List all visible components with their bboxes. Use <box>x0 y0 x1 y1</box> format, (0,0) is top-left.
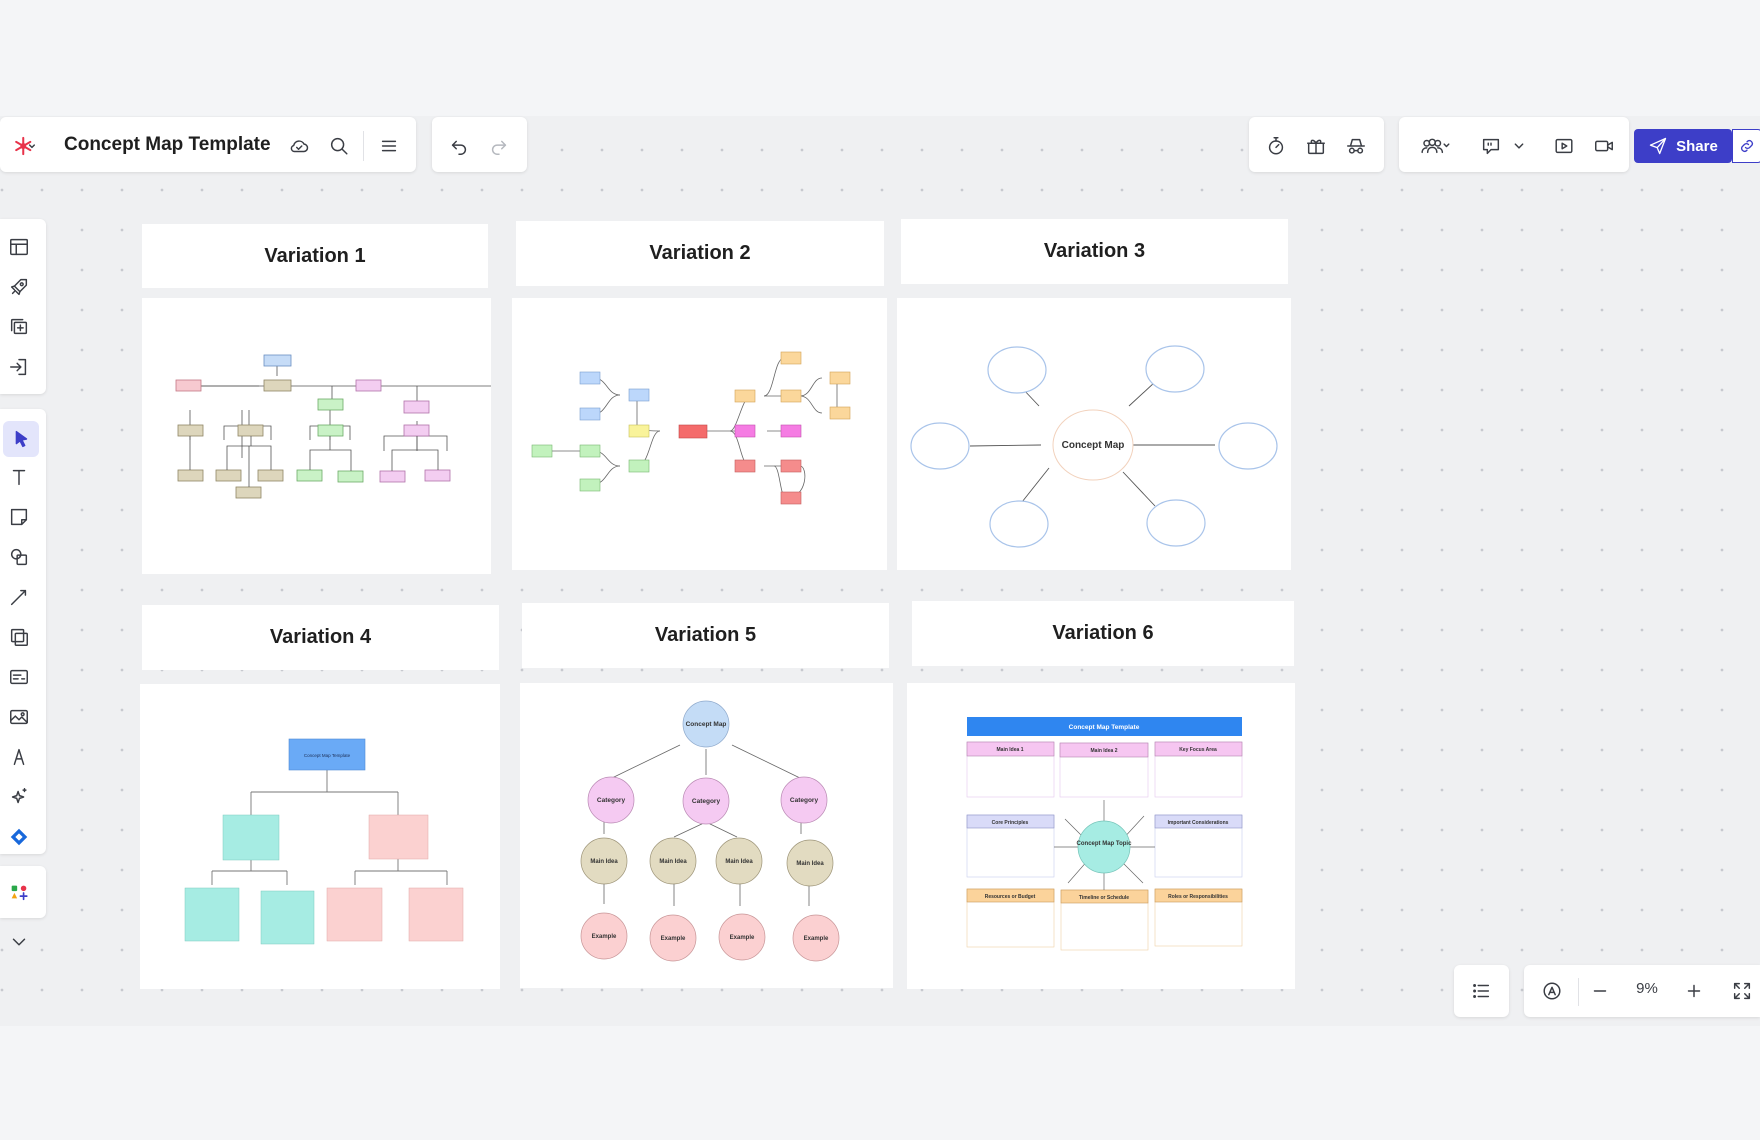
variation-6-box-label: Resources or Budget <box>985 894 1036 900</box>
frame-icon[interactable] <box>3 621 35 653</box>
main-idea-label: Main Idea <box>796 861 824 867</box>
variation-4-card[interactable]: Concept Map Template <box>140 684 500 989</box>
chevron-down-icon[interactable] <box>1508 130 1530 162</box>
import-icon[interactable] <box>3 351 35 383</box>
variation-4-diagram: Concept Map Template <box>184 738 464 945</box>
pointer-icon[interactable] <box>3 421 39 457</box>
variation-6-box-label: Main Idea 1 <box>997 747 1024 753</box>
main-idea-label: Main Idea <box>725 859 753 865</box>
variation-5-title[interactable]: Variation 5 <box>522 603 889 668</box>
shapes-icon[interactable] <box>3 541 35 573</box>
redo-icon[interactable] <box>483 130 515 162</box>
card-icon[interactable] <box>3 661 35 693</box>
line-icon[interactable] <box>3 581 35 613</box>
variation-6-diagram: Concept Map Template Concept Map Topic M… <box>966 717 1243 951</box>
image-icon[interactable] <box>3 701 35 733</box>
pen-icon[interactable] <box>3 741 35 773</box>
example-label: Example <box>804 936 829 942</box>
gift-icon[interactable] <box>1300 130 1332 162</box>
layout-icon[interactable] <box>3 231 35 263</box>
chevron-down-icon[interactable] <box>3 926 35 958</box>
variation-5-diagram: Concept Map Category Category Category M… <box>580 700 840 962</box>
collaborators-icon[interactable] <box>1410 130 1460 162</box>
main-idea-label: Main Idea <box>659 859 687 865</box>
zoom-divider <box>1578 978 1579 1006</box>
variation-3-title[interactable]: Variation 3 <box>901 219 1288 284</box>
variation-6-box-label: Key Focus Area <box>1179 747 1217 753</box>
incognito-icon[interactable] <box>1340 130 1372 162</box>
variation-2-diagram <box>531 351 851 505</box>
variation-1-card[interactable] <box>142 298 509 574</box>
send-icon <box>1649 137 1667 155</box>
variation-6-box-label: Timeline or Schedule <box>1079 895 1129 901</box>
search-icon[interactable] <box>323 130 355 162</box>
variation-6-box-label: Core Principles <box>992 820 1029 826</box>
share-label: Share <box>1676 137 1718 155</box>
video-icon[interactable] <box>1588 130 1620 162</box>
undo-icon[interactable] <box>443 130 475 162</box>
variation-6-box-label: Important Considerations <box>1168 820 1229 826</box>
variation-6-banner: Concept Map Template <box>1069 724 1140 731</box>
present-icon[interactable] <box>1548 130 1580 162</box>
text-icon[interactable] <box>3 461 35 493</box>
zoom-level[interactable]: 9% <box>1632 980 1662 997</box>
variation-2-title[interactable]: Variation 2 <box>516 221 884 286</box>
variation-3-diagram: Concept Map <box>910 345 1278 548</box>
autofit-icon[interactable] <box>1536 975 1568 1007</box>
variation-4-title[interactable]: Variation 4 <box>142 605 499 670</box>
link-icon <box>1741 140 1753 152</box>
variation-6-title[interactable]: Variation 6 <box>912 601 1294 666</box>
logo-icon[interactable] <box>4 130 48 162</box>
zoom-in-icon[interactable] <box>1678 975 1710 1007</box>
variation-6-center: Concept Map Topic <box>1077 841 1133 847</box>
apps-icon[interactable] <box>3 876 35 908</box>
example-label: Example <box>661 936 686 942</box>
category-label: Category <box>597 797 626 804</box>
toolbar-divider <box>363 131 364 161</box>
sticky-note-icon[interactable] <box>3 501 35 533</box>
menu-icon[interactable] <box>373 130 405 162</box>
variation-4-root-label: Concept Map Template <box>304 753 351 758</box>
rocket-icon[interactable] <box>3 271 35 303</box>
category-label: Category <box>790 797 819 804</box>
add-frame-icon[interactable] <box>3 311 35 343</box>
variation-6-card[interactable]: Concept Map Template Concept Map Topic M… <box>907 683 1295 989</box>
variation-2-card[interactable] <box>512 298 887 570</box>
outline-icon[interactable] <box>1465 975 1497 1007</box>
variation-6-box-label: Main Idea 2 <box>1091 748 1118 754</box>
main-idea-label: Main Idea <box>590 859 618 865</box>
copy-link-button[interactable] <box>1732 129 1760 163</box>
ai-sparkle-icon[interactable] <box>3 781 35 813</box>
variation-3-center-label: Concept Map <box>1062 440 1125 451</box>
example-label: Example <box>592 934 617 940</box>
timer-icon[interactable] <box>1260 130 1292 162</box>
variation-5-root-label: Concept Map <box>686 721 727 728</box>
fullscreen-icon[interactable] <box>1726 975 1758 1007</box>
variation-1-diagram <box>175 354 509 499</box>
board-title[interactable]: Concept Map Template <box>64 134 271 156</box>
variation-1-title[interactable]: Variation 1 <box>142 224 488 288</box>
zoom-out-icon[interactable] <box>1584 975 1616 1007</box>
comment-icon[interactable] <box>1475 130 1507 162</box>
diamond-icon[interactable] <box>3 821 35 853</box>
example-label: Example <box>730 935 755 941</box>
variation-5-card[interactable]: Concept Map Category Category Category M… <box>520 683 893 988</box>
cloud-icon[interactable] <box>283 130 315 162</box>
variation-6-box-label: Roles or Responsibilities <box>1168 894 1228 900</box>
category-label: Category <box>692 798 721 805</box>
variation-3-card[interactable]: Concept Map <box>897 298 1291 570</box>
share-button[interactable]: Share <box>1634 129 1732 163</box>
